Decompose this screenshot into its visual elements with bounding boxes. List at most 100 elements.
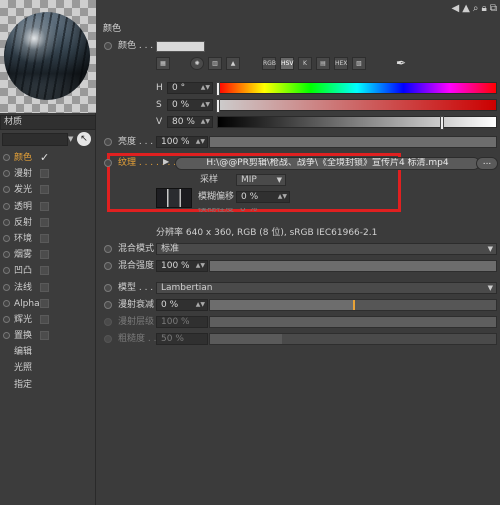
diffuse-falloff-field[interactable]: 0 % ▲▼ xyxy=(156,299,208,311)
keyframe-icon[interactable] xyxy=(104,245,112,253)
section-title-color: 颜色 xyxy=(103,24,122,34)
channel-item[interactable]: 编辑 xyxy=(0,344,96,360)
diffuse-level-field[interactable]: 100 % xyxy=(156,316,208,328)
keyframe-icon[interactable] xyxy=(104,138,112,146)
sampling-label: 采样 xyxy=(200,175,219,185)
blur-scale-value[interactable]: 0 % xyxy=(240,208,257,216)
arrow-up-icon[interactable]: ▲ xyxy=(462,3,470,14)
keyframe-icon[interactable] xyxy=(3,299,10,307)
hue-field[interactable]: 0 ° ▲▼ xyxy=(167,82,213,94)
keyframe-icon[interactable] xyxy=(104,284,112,292)
search-icon[interactable]: ⌕ xyxy=(473,3,479,14)
channel-checkbox[interactable]: ✓ xyxy=(40,150,49,166)
channel-checkbox[interactable] xyxy=(40,282,49,292)
diffuse-level-slider[interactable] xyxy=(209,316,497,328)
model-dropdown[interactable]: Lambertian ▼ xyxy=(156,282,497,294)
channel-checkbox[interactable] xyxy=(40,217,49,227)
picker-grid-icon[interactable]: ▦ xyxy=(156,57,170,70)
material-preview[interactable] xyxy=(0,0,96,113)
rgb-mode-button[interactable]: RGB xyxy=(262,57,276,70)
arrow-left-icon[interactable]: ◀ xyxy=(452,3,460,14)
channel-item[interactable]: 辉光 xyxy=(0,312,96,328)
roughness-slider[interactable] xyxy=(209,333,497,345)
mix-strength-slider[interactable] xyxy=(209,260,497,272)
mix-strength-field[interactable]: 100 % ▲▼ xyxy=(156,260,208,272)
channel-checkbox[interactable] xyxy=(40,169,49,179)
diffuse-falloff-row: 漫射衰减 0 % ▲▼ xyxy=(97,299,500,312)
keyframe-icon[interactable] xyxy=(3,251,10,259)
chevron-down-icon[interactable]: ▼ xyxy=(68,133,76,146)
channel-item[interactable]: ✓ 颜色 xyxy=(0,150,96,166)
roughness-field[interactable]: 50 % xyxy=(156,333,208,345)
keyframe-icon[interactable] xyxy=(3,202,10,210)
keyframe-icon[interactable] xyxy=(3,267,10,275)
kelvin-mode-button[interactable]: K xyxy=(298,57,312,70)
channel-checkbox[interactable] xyxy=(40,233,49,243)
value-field[interactable]: 80 % ▲▼ xyxy=(167,116,213,128)
color-swatch[interactable] xyxy=(156,41,205,52)
saturation-slider[interactable] xyxy=(216,99,497,113)
channel-checkbox[interactable] xyxy=(40,201,49,211)
keyframe-icon[interactable] xyxy=(3,234,10,242)
channel-item[interactable]: 透明 xyxy=(0,199,96,215)
keyframe-icon[interactable] xyxy=(104,42,112,50)
image-icon[interactable]: ▲ xyxy=(226,57,240,70)
keyframe-icon[interactable] xyxy=(3,154,10,161)
channel-item[interactable]: 光照 xyxy=(0,360,96,376)
mix-mode-dropdown[interactable]: 标准 ▼ xyxy=(156,243,497,255)
saturation-field[interactable]: 0 % ▲▼ xyxy=(167,99,213,111)
eyedropper-icon[interactable]: ✒ xyxy=(396,56,406,70)
mix-icon[interactable]: ▤ xyxy=(316,57,330,70)
keyframe-icon[interactable] xyxy=(3,186,10,194)
swatches-icon[interactable]: ▧ xyxy=(352,57,366,70)
keyframe-icon[interactable] xyxy=(104,335,112,343)
hue-slider[interactable] xyxy=(216,82,497,96)
channel-item[interactable]: 环境 xyxy=(0,231,96,247)
channel-checkbox[interactable] xyxy=(40,314,49,324)
material-name-field[interactable]: 材质 xyxy=(0,115,96,130)
channel-item[interactable]: 反射 xyxy=(0,215,96,231)
saturation-knob[interactable] xyxy=(216,99,220,113)
channel-item[interactable]: 漫射 xyxy=(0,166,96,182)
spectrum-icon[interactable]: ▥ xyxy=(208,57,222,70)
brightness-slider[interactable] xyxy=(209,136,497,148)
color-wheel-icon[interactable]: ✺ xyxy=(190,57,204,70)
keyframe-icon[interactable] xyxy=(104,301,112,309)
keyframe-icon[interactable] xyxy=(3,170,10,178)
channel-checkbox[interactable] xyxy=(40,185,49,195)
channel-item[interactable]: 法线 xyxy=(0,280,96,296)
triangle-right-icon[interactable]: ▶ xyxy=(163,157,169,166)
keyframe-icon[interactable] xyxy=(3,283,10,291)
channel-item[interactable]: Alpha xyxy=(0,296,96,312)
channel-item[interactable]: 置换 xyxy=(0,328,96,344)
texture-path-button[interactable]: H:\@@PR剪辑\枪战、战争\《全境封锁》宣传片4 标清.mp4 xyxy=(175,157,480,170)
hue-knob[interactable] xyxy=(216,82,220,96)
material-select-box[interactable] xyxy=(2,133,68,146)
value-slider[interactable] xyxy=(217,116,497,130)
texture-more-button[interactable]: ... xyxy=(476,157,498,170)
value-knob[interactable] xyxy=(440,116,445,130)
channel-item[interactable]: 发光 xyxy=(0,182,96,198)
channel-checkbox[interactable] xyxy=(40,331,49,341)
keyframe-icon[interactable] xyxy=(3,218,10,226)
channel-checkbox[interactable] xyxy=(40,298,49,308)
keyframe-icon[interactable] xyxy=(104,262,112,270)
brightness-field[interactable]: 100 % ▲▼ xyxy=(156,136,208,148)
channel-checkbox[interactable] xyxy=(40,250,49,260)
duplicate-icon[interactable]: ⧉ xyxy=(490,3,497,14)
channel-checkbox[interactable] xyxy=(40,266,49,276)
keyframe-icon[interactable] xyxy=(3,315,10,323)
channel-item[interactable]: 凹凸 xyxy=(0,263,96,279)
sampling-dropdown[interactable]: MIP ▼ xyxy=(236,174,286,186)
hex-mode-button[interactable]: HEX xyxy=(334,57,348,70)
channel-item[interactable]: 烟雾 xyxy=(0,247,96,263)
pick-icon[interactable]: ↖ xyxy=(77,132,91,146)
channel-item[interactable]: 指定 xyxy=(0,377,96,393)
hsv-mode-button[interactable]: HSV xyxy=(280,57,294,70)
blur-offset-field[interactable]: 0 % ▲▼ xyxy=(236,191,290,203)
lock-icon[interactable]: 🔒︎ xyxy=(482,3,487,14)
keyframe-icon[interactable] xyxy=(3,332,10,340)
keyframe-icon[interactable] xyxy=(104,159,112,167)
keyframe-icon[interactable] xyxy=(104,318,112,326)
diffuse-falloff-slider[interactable] xyxy=(209,299,497,311)
